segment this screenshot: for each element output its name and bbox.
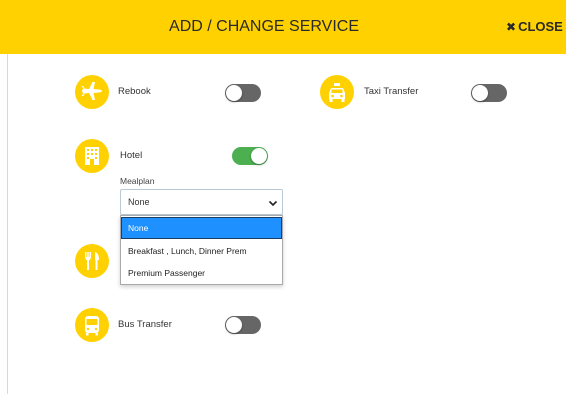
bus-transfer-label: Bus Transfer bbox=[118, 319, 172, 330]
bus-icon bbox=[75, 308, 109, 342]
close-label: CLOSE bbox=[518, 19, 563, 34]
toggle-knob bbox=[472, 85, 488, 101]
page-title: ADD / CHANGE SERVICE bbox=[169, 18, 359, 35]
mealplan-select[interactable]: None bbox=[120, 189, 283, 215]
mealplan-selected-value: None bbox=[128, 197, 150, 207]
hotel-icon bbox=[75, 139, 109, 173]
toggle-knob bbox=[251, 148, 267, 164]
taxi-transfer-toggle[interactable] bbox=[471, 84, 507, 102]
toggle-knob bbox=[226, 85, 242, 101]
hotel-label: Hotel bbox=[120, 150, 143, 161]
mealplan-option[interactable]: Breakfast , Lunch, Dinner Prem bbox=[121, 240, 282, 262]
mealplan-option[interactable]: Premium Passenger bbox=[121, 262, 282, 284]
airplane-icon bbox=[75, 75, 109, 109]
rebook-label: Rebook bbox=[118, 86, 151, 97]
mealplan-dropdown: None Breakfast , Lunch, Dinner Prem Prem… bbox=[120, 215, 283, 285]
toggle-knob bbox=[226, 317, 242, 333]
close-icon: ✖ bbox=[506, 20, 517, 34]
taxi-icon bbox=[320, 75, 354, 109]
taxi-transfer-label: Taxi Transfer bbox=[364, 86, 419, 97]
rebook-toggle[interactable] bbox=[225, 84, 261, 102]
hotel-toggle[interactable] bbox=[232, 147, 268, 165]
header-bar: ADD / CHANGE SERVICE ✖ CLOSE bbox=[0, 0, 566, 54]
close-button[interactable]: ✖ CLOSE bbox=[506, 0, 563, 54]
bus-transfer-toggle[interactable] bbox=[225, 316, 261, 334]
chevron-down-icon bbox=[268, 200, 278, 207]
utensils-icon bbox=[75, 244, 109, 278]
left-divider bbox=[7, 54, 8, 394]
mealplan-option[interactable]: None bbox=[121, 217, 282, 239]
mealplan-label: Mealplan bbox=[120, 176, 155, 186]
